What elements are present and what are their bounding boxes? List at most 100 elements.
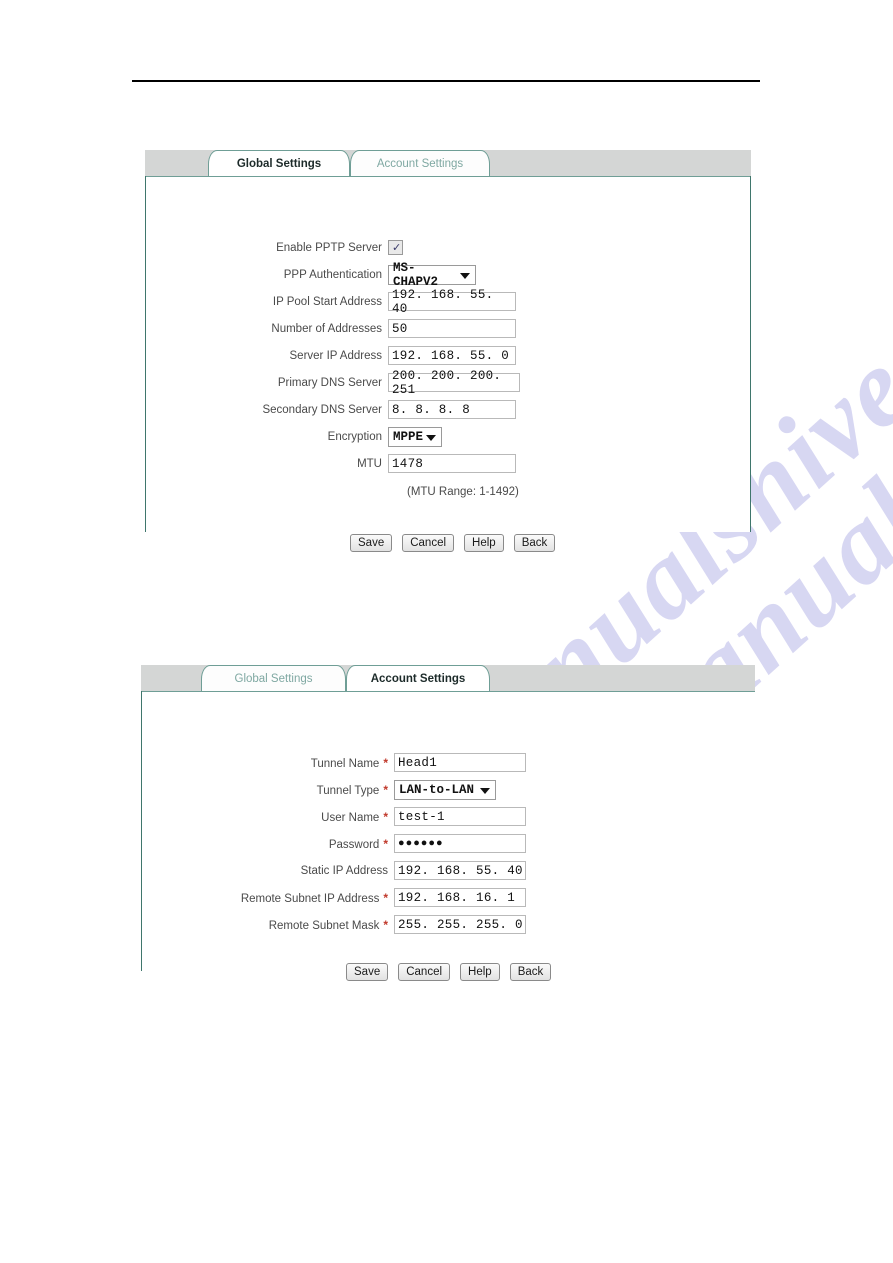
tab-label: Account Settings (376, 157, 464, 170)
tab-account-settings[interactable]: Account Settings (346, 665, 490, 691)
save-button[interactable]: Save (350, 534, 393, 552)
required-asterisk: * (383, 782, 388, 797)
help-button[interactable]: Help (460, 963, 500, 981)
back-button[interactable]: Back (513, 534, 556, 552)
label-remote-subnet-mask: Remote Subnet Mask * (164, 918, 394, 932)
tab-label: Account Settings (370, 672, 466, 685)
label-secondary-dns-server: Secondary DNS Server (262, 403, 382, 416)
label-mtu: MTU (357, 457, 382, 470)
back-button[interactable]: Back (509, 963, 552, 981)
help-button[interactable]: Help (464, 534, 504, 552)
input-value: 50 (392, 321, 408, 336)
row-primary-dns-server: Primary DNS Server 200. 200. 200. 251 (158, 369, 520, 397)
label-number-of-addresses: Number of Addresses (271, 322, 382, 335)
select-value: LAN-to-LAN (399, 782, 475, 797)
panel1-form: Enable PPTP Server ✓ PPP Authentication … (158, 234, 520, 498)
mtu-range-hint: (MTU Range: 1-1492) (407, 486, 519, 498)
label-ppp-authentication: PPP Authentication (283, 268, 382, 281)
label-text: Tunnel Name (310, 757, 380, 770)
label-text: Remote Subnet Mask (268, 919, 380, 932)
row-remote-subnet-ip-address: Remote Subnet IP Address * 192. 168. 16. … (164, 884, 526, 911)
input-value: 192. 168. 55. 40 (398, 863, 523, 878)
panel2-body: Tunnel Name * Head1 Tunnel Type * LAN-to-L… (141, 691, 755, 981)
label-text: Static IP Address (300, 864, 388, 877)
label-user-name: User Name * (164, 810, 394, 824)
chevron-down-icon (460, 272, 470, 279)
select-tunnel-type[interactable]: LAN-to-LAN (394, 779, 496, 800)
checkbox-enable-pptp-server[interactable]: ✓ (388, 240, 403, 255)
tab-account-settings[interactable]: Account Settings (350, 150, 490, 176)
chevron-down-icon (426, 434, 436, 441)
row-enable-pptp-server: Enable PPTP Server ✓ (158, 234, 520, 261)
panel2-button-row: Save Cancel Help Back (346, 963, 552, 981)
input-mtu[interactable]: 1478 (388, 454, 516, 473)
panel1-body: Enable PPTP Server ✓ PPP Authentication … (145, 176, 751, 552)
label-password: Password * (164, 837, 394, 851)
input-value: ●●●●●● (398, 837, 444, 850)
tab-global-settings[interactable]: Global Settings (208, 150, 350, 176)
input-secondary-dns-server[interactable]: 8. 8. 8. 8 (388, 400, 516, 419)
label-text: Remote Subnet IP Address (240, 892, 380, 905)
cancel-button[interactable]: Cancel (398, 963, 451, 981)
panel2-top-divider (142, 691, 755, 692)
row-user-name: User Name * test-1 (164, 803, 526, 830)
select-value: MS-CHAPV2 (393, 260, 439, 289)
input-value: Head1 (398, 755, 438, 770)
input-number-of-addresses[interactable]: 50 (388, 319, 516, 338)
label-encryption: Encryption (327, 430, 382, 443)
row-number-of-addresses: Number of Addresses 50 (158, 315, 520, 342)
select-encryption[interactable]: MPPE (388, 426, 442, 447)
input-value: 200. 200. 200. 251 (392, 368, 502, 397)
tab-label: Global Settings (234, 672, 313, 685)
page-header-rule (132, 80, 760, 82)
input-remote-subnet-ip-address[interactable]: 192. 168. 16. 1 (394, 888, 526, 907)
required-asterisk: * (383, 890, 388, 905)
input-remote-subnet-mask[interactable]: 255. 255. 255. 0 (394, 915, 526, 934)
select-ppp-authentication[interactable]: MS-CHAPV2 (388, 261, 476, 289)
required-asterisk: * (383, 809, 388, 824)
save-button[interactable]: Save (346, 963, 389, 981)
chevron-down-icon (480, 787, 490, 794)
panel2-form: Tunnel Name * Head1 Tunnel Type * LAN-to-L… (164, 749, 526, 938)
row-tunnel-name: Tunnel Name * Head1 (164, 749, 526, 776)
input-value: 192. 168. 16. 1 (398, 890, 516, 905)
row-static-ip-address: Static IP Address 192. 168. 55. 40 (164, 857, 526, 884)
pptp-global-settings-panel: Global Settings Account Settings Enable … (145, 150, 751, 552)
input-value: 192. 168. 55. 40 (392, 287, 494, 316)
tab-global-settings[interactable]: Global Settings (201, 665, 346, 691)
row-mtu: MTU 1478 (158, 450, 520, 477)
row-ip-pool-start-address: IP Pool Start Address 192. 168. 55. 40 (158, 288, 520, 316)
row-server-ip-address: Server IP Address 192. 168. 55. 0 (158, 342, 520, 369)
check-icon: ✓ (392, 242, 402, 254)
input-static-ip-address[interactable]: 192. 168. 55. 40 (394, 861, 526, 880)
row-remote-subnet-mask: Remote Subnet Mask * 255. 255. 255. 0 (164, 911, 526, 938)
panel1-button-row: Save Cancel Help Back (350, 534, 556, 552)
pptp-account-settings-panel: Global Settings Account Settings Tunnel … (141, 665, 755, 981)
required-asterisk: * (383, 917, 388, 932)
label-static-ip-address: Static IP Address (164, 865, 394, 877)
input-value: 1478 (392, 456, 424, 471)
label-tunnel-name: Tunnel Name * (164, 756, 394, 770)
input-server-ip-address[interactable]: 192. 168. 55. 0 (388, 346, 516, 365)
panel2-tab-strip: Global Settings Account Settings (141, 665, 755, 691)
input-value: 255. 255. 255. 0 (398, 917, 523, 932)
row-encryption: Encryption MPPE (158, 423, 520, 450)
label-text: Tunnel Type (316, 784, 380, 797)
select-value: MPPE (393, 429, 424, 444)
input-ip-pool-start-address[interactable]: 192. 168. 55. 40 (388, 288, 516, 316)
row-secondary-dns-server: Secondary DNS Server 8. 8. 8. 8 (158, 396, 520, 423)
row-password: Password * ●●●●●● (164, 830, 526, 857)
input-value: 8. 8. 8. 8 (392, 402, 471, 417)
panel1-top-divider (146, 176, 750, 177)
input-value: test-1 (398, 809, 445, 824)
row-tunnel-type: Tunnel Type * LAN-to-LAN (164, 776, 526, 803)
cancel-button[interactable]: Cancel (402, 534, 455, 552)
required-asterisk: * (383, 836, 388, 851)
row-ppp-authentication: PPP Authentication MS-CHAPV2 (158, 261, 520, 289)
label-tunnel-type: Tunnel Type * (164, 783, 394, 797)
input-primary-dns-server[interactable]: 200. 200. 200. 251 (388, 369, 520, 397)
label-primary-dns-server: Primary DNS Server (277, 376, 382, 389)
input-tunnel-name[interactable]: Head1 (394, 753, 526, 772)
input-password[interactable]: ●●●●●● (394, 834, 526, 853)
input-user-name[interactable]: test-1 (394, 807, 526, 826)
